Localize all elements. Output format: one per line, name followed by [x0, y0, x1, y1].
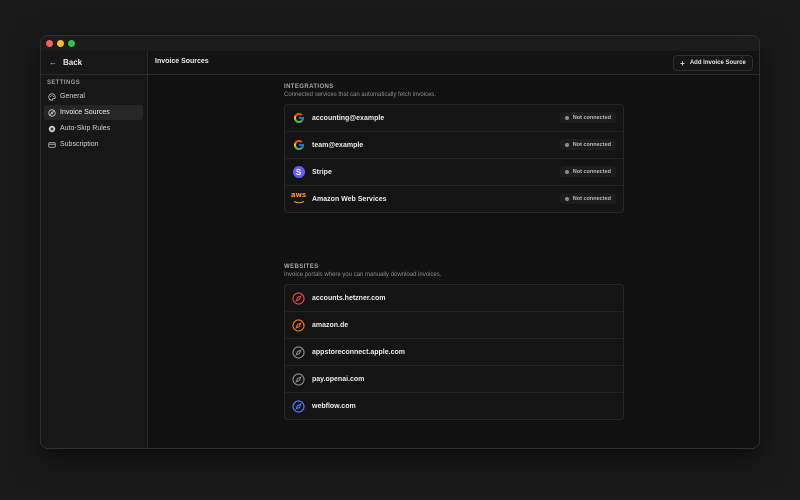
sidebar-item-label: Invoice Sources: [60, 109, 110, 116]
website-row-webflow[interactable]: webflow.com: [285, 393, 623, 419]
website-name: accounts.hetzner.com: [312, 294, 386, 302]
main-content: INTEGRATIONS Connected services that can…: [148, 75, 759, 448]
status-text: Not connected: [572, 168, 611, 175]
status-badge: Not connected: [559, 139, 616, 150]
compass-icon: [292, 345, 305, 359]
compass-icon: [292, 372, 305, 386]
integration-name: accounting@example: [312, 114, 385, 122]
page-title: Invoice Sources: [155, 58, 209, 65]
compass-icon: [292, 399, 305, 413]
integration-row-google-accounting[interactable]: accounting@example Not connected: [285, 105, 623, 132]
status-text: Not connected: [572, 141, 611, 148]
stripe-icon: S: [292, 166, 305, 179]
settings-nav: General Invoice Sources Auto-Skip Rules …: [44, 89, 143, 153]
stripe-logo: S: [292, 166, 305, 178]
status-text: Not connected: [572, 114, 611, 121]
integration-name: Stripe: [312, 168, 332, 176]
status-badge: Not connected: [559, 166, 616, 177]
aws-logo-text: aws: [290, 191, 307, 199]
credit-card-icon: [48, 141, 56, 149]
website-row-amazon[interactable]: amazon.de: [285, 312, 623, 339]
status-text: Not connected: [572, 195, 611, 202]
back-button[interactable]: ← Back: [41, 51, 147, 75]
status-dot: [564, 196, 569, 201]
website-row-hetzner[interactable]: accounts.hetzner.com: [285, 285, 623, 312]
palette-icon: [48, 92, 56, 101]
sidebar-item-invoice-sources[interactable]: Invoice Sources: [44, 105, 143, 120]
sidebar-item-general[interactable]: General: [44, 89, 143, 104]
website-name: pay.openai.com: [312, 375, 365, 383]
settings-heading: SETTINGS: [47, 80, 81, 86]
status-badge: Not connected: [559, 193, 616, 204]
websites-title: WEBSITES: [284, 264, 319, 270]
compass-icon: [292, 291, 305, 305]
back-label: Back: [63, 58, 83, 67]
websites-list: accounts.hetzner.com amazon.de appstorec…: [284, 284, 624, 420]
status-dot: [564, 169, 569, 174]
x-circle-icon: [48, 125, 56, 133]
integrations-list: accounting@example Not connected team@ex…: [284, 104, 624, 213]
sidebar-item-auto-skip-rules[interactable]: Auto-Skip Rules: [44, 121, 143, 136]
compass-icon: [292, 318, 305, 332]
integrations-title: INTEGRATIONS: [284, 84, 334, 90]
integrations-section: INTEGRATIONS Connected services that can…: [284, 84, 624, 213]
integration-row-stripe[interactable]: S Stripe Not connected: [285, 159, 623, 186]
arrow-left-icon: ←: [49, 58, 57, 67]
content-header: Invoice Sources + Add Invoice Source: [148, 51, 759, 75]
sidebar-item-label: General: [60, 93, 85, 100]
compass-icon: [48, 108, 56, 117]
status-badge: Not connected: [559, 112, 616, 123]
aws-logo: aws: [291, 192, 306, 206]
minimize-window-button[interactable]: [57, 40, 64, 47]
websites-section: WEBSITES Invoice portals where you can m…: [284, 264, 624, 420]
zoom-window-button[interactable]: [68, 40, 75, 47]
website-row-appstoreconnect[interactable]: appstoreconnect.apple.com: [285, 339, 623, 366]
add-invoice-source-button[interactable]: + Add Invoice Source: [673, 55, 753, 71]
website-row-openai[interactable]: pay.openai.com: [285, 366, 623, 393]
sidebar: ← Back SETTINGS General Invoice Sources: [41, 51, 148, 448]
integrations-subtitle: Connected services that can automaticall…: [284, 92, 437, 98]
status-dot: [564, 142, 569, 147]
close-window-button[interactable]: [46, 40, 53, 47]
website-name: webflow.com: [312, 402, 356, 410]
sidebar-item-label: Auto-Skip Rules: [60, 125, 111, 132]
integration-name: Amazon Web Services: [312, 195, 387, 203]
add-invoice-source-label: Add Invoice Source: [689, 60, 746, 66]
integration-row-google-team[interactable]: team@example Not connected: [285, 132, 623, 159]
google-icon: [292, 112, 305, 125]
website-name: appstoreconnect.apple.com: [312, 348, 405, 356]
app-window: ← Back SETTINGS General Invoice Sources: [40, 35, 760, 449]
websites-subtitle: Invoice portals where you can manually d…: [284, 272, 442, 278]
status-dot: [564, 115, 569, 120]
website-name: amazon.de: [312, 321, 349, 329]
sidebar-item-subscription[interactable]: Subscription: [44, 137, 143, 152]
integration-name: team@example: [312, 141, 364, 149]
google-icon: [292, 139, 305, 152]
title-bar: [41, 36, 759, 51]
sidebar-item-label: Subscription: [60, 141, 99, 148]
plus-icon: +: [680, 58, 685, 68]
integration-row-aws[interactable]: aws Amazon Web Services Not connected: [285, 186, 623, 212]
aws-icon: aws: [291, 192, 306, 206]
